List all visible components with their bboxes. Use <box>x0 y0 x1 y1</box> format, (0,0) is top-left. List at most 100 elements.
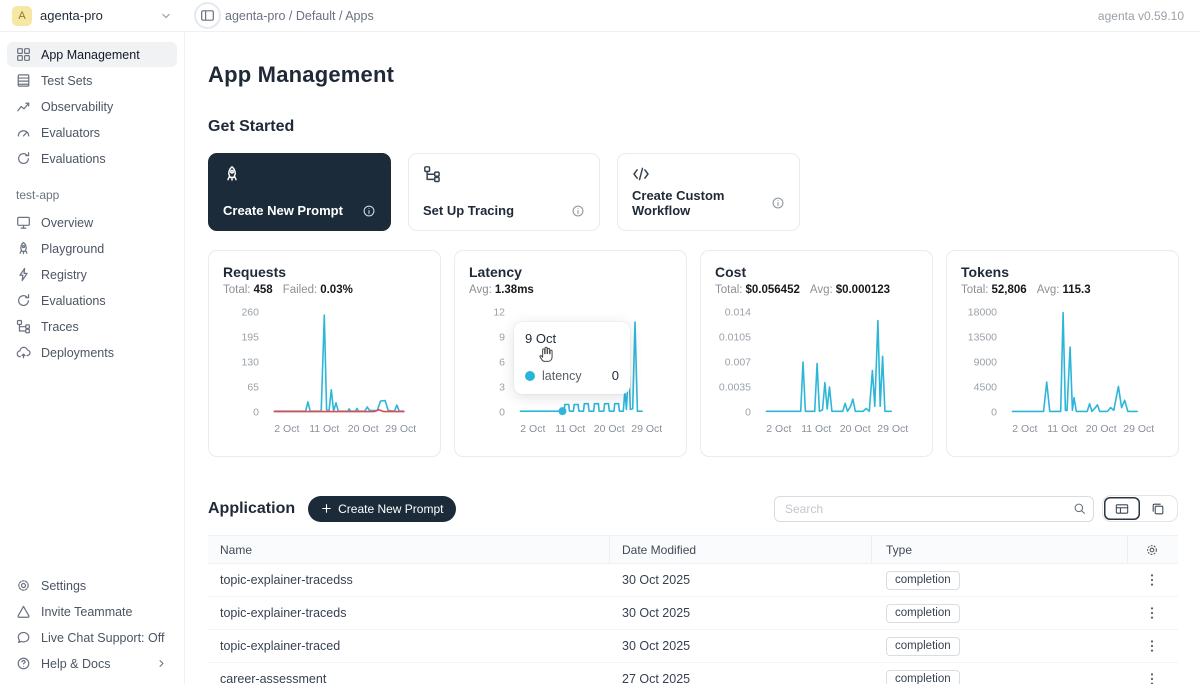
sidebar-item[interactable]: Deployments <box>7 340 177 365</box>
sidebar-item[interactable]: Registry <box>7 262 177 287</box>
chart-title: Tokens <box>961 264 1164 280</box>
row-menu-button[interactable] <box>1144 638 1160 654</box>
sidebar-footer-nav: Settings Invite Teammate Live Chat Suppo… <box>0 573 184 684</box>
table-view-icon <box>1115 502 1129 516</box>
sidebar-toggle-button[interactable] <box>194 2 221 29</box>
sidebar-item[interactable]: Help & Docs <box>7 651 177 676</box>
info-icon[interactable] <box>771 196 785 210</box>
chart-meta-item: Failed:0.03% <box>283 284 353 296</box>
sidebar-item[interactable]: Observability <box>7 94 177 119</box>
table-row[interactable]: career-assessment 27 Oct 2025 completion <box>208 663 1178 684</box>
svg-text:20 Oct: 20 Oct <box>1086 423 1117 435</box>
action-card[interactable]: Create Custom Workflow <box>617 153 800 231</box>
action-card-icon <box>423 165 441 183</box>
sidebar-item-label: Deployments <box>41 346 114 360</box>
table-row[interactable]: topic-explainer-traceds 30 Oct 2025 comp… <box>208 597 1178 630</box>
sidebar-item[interactable]: Playground <box>7 236 177 261</box>
info-icon[interactable] <box>571 204 585 218</box>
chart-canvas[interactable]: 0.0140.01050.0070.003502 Oct11 Oct20 Oct… <box>715 304 918 445</box>
sidebar-app-nav: Overview Playground Registry <box>0 210 184 366</box>
nav-icon <box>16 47 31 62</box>
svg-text:65: 65 <box>247 382 259 394</box>
nav-icon <box>16 319 31 334</box>
sidebar-item-label: Overview <box>41 216 93 230</box>
main-content: App Management Get Started Create New Pr… <box>185 32 1200 684</box>
svg-text:2 Oct: 2 Oct <box>520 423 545 435</box>
svg-text:6: 6 <box>499 357 505 369</box>
create-new-prompt-button[interactable]: Create New Prompt <box>308 496 456 522</box>
svg-text:11 Oct: 11 Oct <box>801 423 831 435</box>
action-card-label: Create New Prompt <box>223 203 343 218</box>
sidebar-item[interactable]: Live Chat Support: Off <box>7 625 177 650</box>
sidebar-item-label: Invite Teammate <box>41 605 132 619</box>
sidebar-item-label: Observability <box>41 100 113 114</box>
app-type-badge: completion <box>886 571 960 590</box>
svg-text:0.0035: 0.0035 <box>719 382 751 394</box>
action-card-icon <box>632 165 650 183</box>
row-menu-button[interactable] <box>1144 605 1160 621</box>
svg-text:3: 3 <box>499 382 505 394</box>
sidebar-item[interactable]: Evaluators <box>7 120 177 145</box>
applications-table: Name Date Modified Type topic-explainer-… <box>208 535 1178 684</box>
app-type-badge: completion <box>886 604 960 623</box>
nav-icon <box>16 345 31 360</box>
nav-icon <box>16 241 31 256</box>
svg-text:4500: 4500 <box>974 382 998 394</box>
action-card[interactable]: Create New Prompt <box>208 153 391 231</box>
sidebar-item-label: Settings <box>41 579 86 593</box>
breadcrumb[interactable]: agenta-pro / Default / Apps <box>225 9 374 23</box>
app-type-badge: completion <box>886 670 960 684</box>
chart-meta: Avg:1.38ms <box>469 284 672 296</box>
sidebar-item[interactable]: Traces <box>7 314 177 339</box>
sidebar-item[interactable]: Test Sets <box>7 68 177 93</box>
row-menu-button[interactable] <box>1144 572 1160 588</box>
chart-meta-item: Total:52,806 <box>961 284 1027 296</box>
chart-meta: Total:458 Failed:0.03% <box>223 284 426 296</box>
action-card[interactable]: Set Up Tracing <box>408 153 600 231</box>
row-menu-button[interactable] <box>1144 671 1160 684</box>
svg-text:0: 0 <box>253 407 259 419</box>
search-input[interactable] <box>775 502 1065 516</box>
info-icon[interactable] <box>362 204 376 218</box>
column-header-name[interactable]: Name <box>208 536 610 563</box>
table-row[interactable]: topic-explainer-traced 30 Oct 2025 compl… <box>208 630 1178 663</box>
panel-toggle-icon <box>200 8 215 23</box>
sidebar-item-label: Registry <box>41 268 87 282</box>
sidebar-main-nav: App Management Test Sets Observability <box>0 42 184 172</box>
app-name: topic-explainer-tracedss <box>208 573 610 587</box>
svg-text:0.0105: 0.0105 <box>719 332 751 344</box>
table-settings-gear-icon[interactable] <box>1145 543 1159 557</box>
table-row[interactable]: topic-explainer-tracedss 30 Oct 2025 com… <box>208 564 1178 597</box>
app-name: topic-explainer-traceds <box>208 606 610 620</box>
sidebar-item[interactable]: Overview <box>7 210 177 235</box>
chevron-down-icon <box>159 9 173 23</box>
svg-text:29 Oct: 29 Oct <box>1123 423 1154 435</box>
svg-text:29 Oct: 29 Oct <box>385 423 416 435</box>
svg-text:11 Oct: 11 Oct <box>1047 423 1077 435</box>
chart-canvas[interactable]: 18000135009000450002 Oct11 Oct20 Oct29 O… <box>961 304 1164 445</box>
app-version: agenta v0.59.10 <box>1098 9 1200 23</box>
sidebar-item[interactable]: Evaluations <box>7 288 177 313</box>
sidebar-item[interactable]: App Management <box>7 42 177 67</box>
application-heading: Application <box>208 500 295 518</box>
sidebar-item[interactable]: Invite Teammate <box>7 599 177 624</box>
search-icon[interactable] <box>1065 497 1093 521</box>
svg-text:11 Oct: 11 Oct <box>309 423 339 435</box>
sidebar-item[interactable]: Evaluations <box>7 146 177 171</box>
get-started-cards: Create New Prompt Set Up Tracing C <box>208 153 1178 231</box>
nav-icon <box>16 578 31 593</box>
svg-text:195: 195 <box>241 332 259 344</box>
column-header-date[interactable]: Date Modified <box>610 536 872 563</box>
application-header: Application Create New Prompt <box>208 495 1178 522</box>
svg-text:13500: 13500 <box>968 332 997 344</box>
tooltip-value: 0 <box>612 368 619 383</box>
cards-view-button[interactable] <box>1140 497 1176 520</box>
nav-icon <box>16 604 31 619</box>
workspace-selector[interactable]: A agenta-pro <box>0 6 185 26</box>
chart-canvas[interactable]: 2601951306502 Oct11 Oct20 Oct29 Oct <box>223 304 426 445</box>
column-header-type[interactable]: Type <box>872 536 1128 563</box>
chart-meta-item: Total:458 <box>223 284 273 296</box>
app-date-modified: 30 Oct 2025 <box>610 606 872 620</box>
sidebar-item[interactable]: Settings <box>7 573 177 598</box>
table-view-button[interactable] <box>1104 497 1140 520</box>
